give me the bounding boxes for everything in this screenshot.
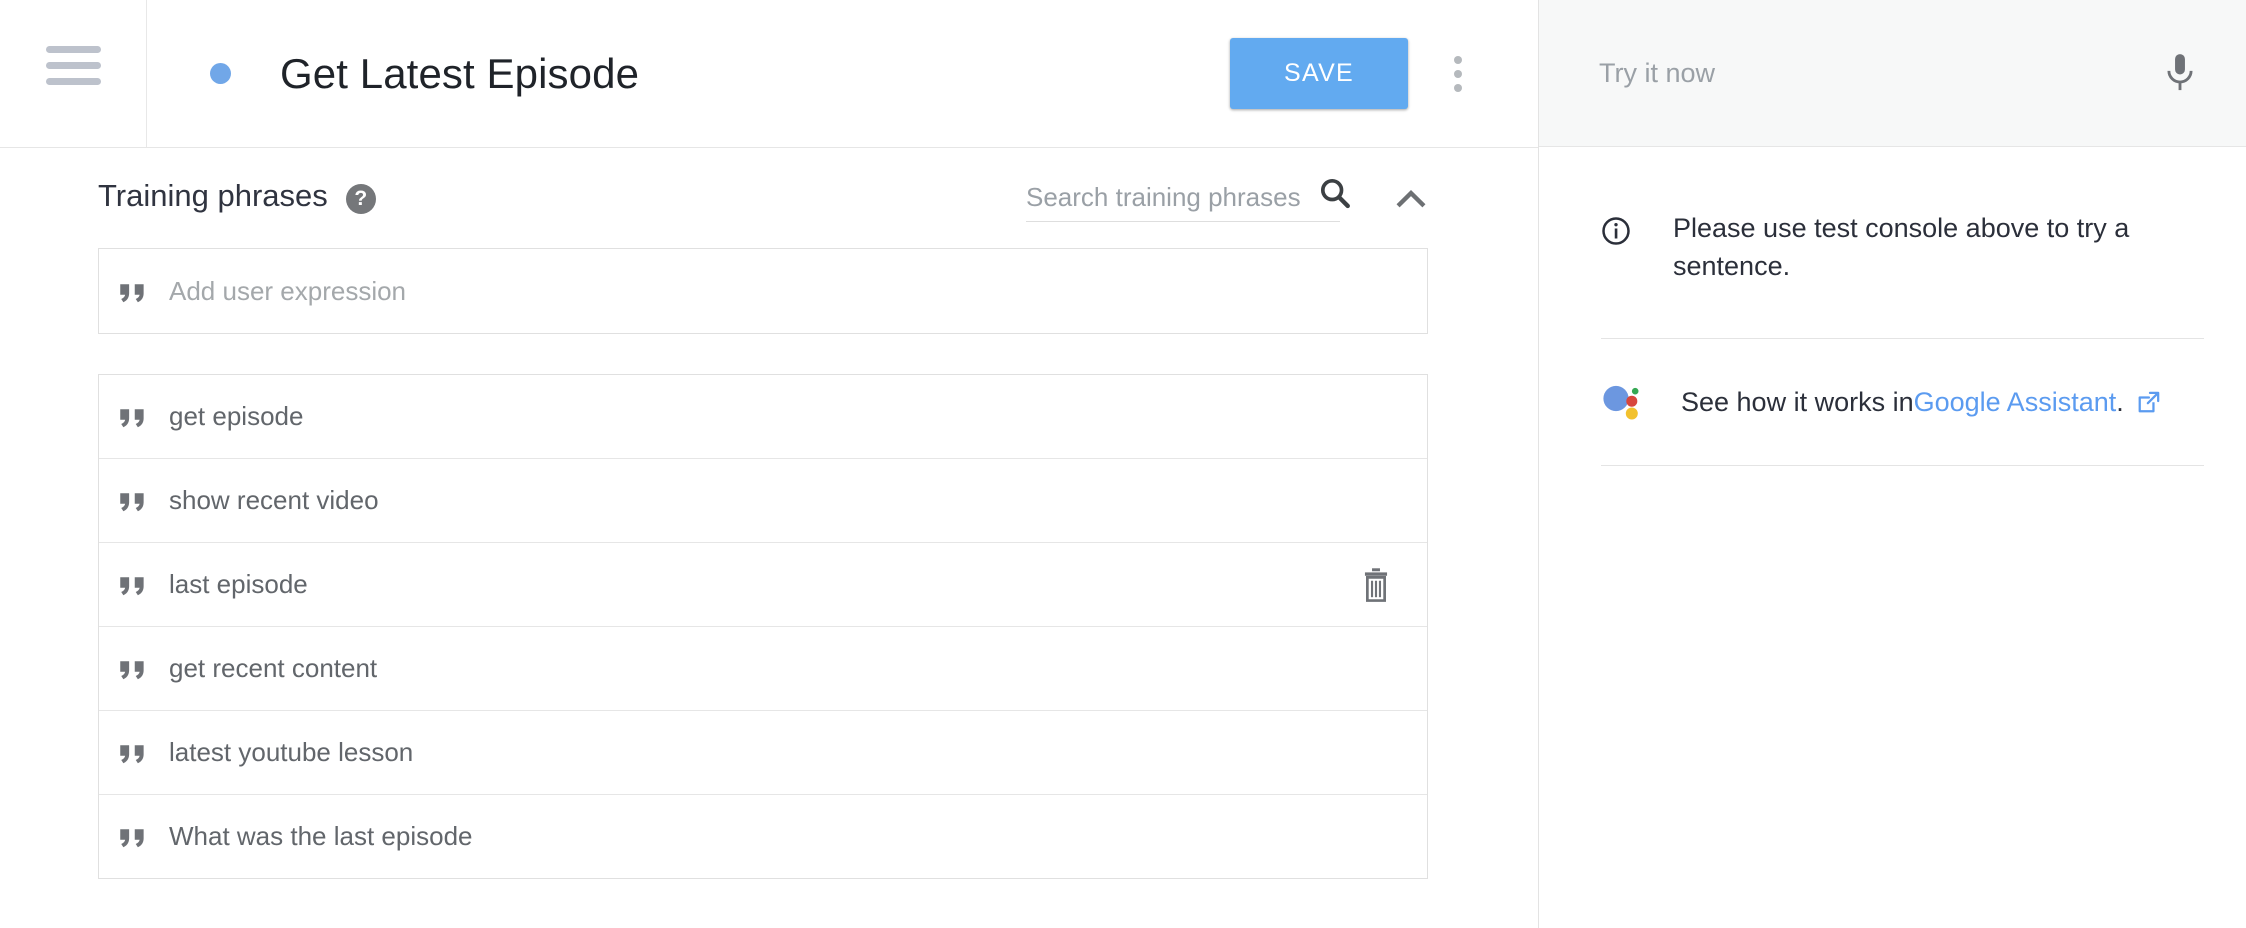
hamburger-bar: [45, 46, 101, 53]
phrase-text: last episode: [169, 569, 308, 599]
kebab-dot: [1454, 55, 1462, 64]
phrase-text: show recent video: [169, 485, 379, 515]
info-circle-icon: [1602, 217, 1630, 245]
assistant-text: See how it works in Google Assistant.: [1681, 387, 2162, 418]
try-it-now-input[interactable]: [1599, 57, 2162, 89]
google-assistant-link[interactable]: Google Assistant: [1914, 387, 2117, 418]
title-zone: Get Latest Episode: [147, 0, 1230, 147]
hamburger-bar: [45, 62, 101, 69]
microphone-icon[interactable]: [2162, 51, 2198, 95]
quote-icon: [120, 829, 144, 848]
kebab-menu-icon[interactable]: [1426, 39, 1490, 109]
phrase-text: get recent content: [169, 653, 378, 683]
external-link-icon[interactable]: [2135, 389, 2162, 416]
assistant-prefix: See how it works in: [1681, 387, 1914, 418]
help-circle-icon[interactable]: ?: [345, 184, 376, 214]
kebab-dot: [1454, 83, 1462, 92]
kebab-dot: [1454, 69, 1462, 78]
page-title: Get Latest Episode: [280, 49, 640, 97]
list-item[interactable]: get recent content: [99, 627, 1427, 711]
list-item[interactable]: last episode: [99, 543, 1427, 627]
assistant-link-row: See how it works in Google Assistant.: [1601, 339, 2204, 423]
phrase-text: What was the last episode: [169, 821, 473, 851]
panel-divider: [1601, 464, 2204, 466]
chevron-up-icon[interactable]: [1390, 178, 1432, 220]
list-item[interactable]: latest youtube lesson: [99, 711, 1427, 795]
quote-icon: [120, 283, 144, 302]
trash-icon[interactable]: [1359, 566, 1393, 604]
training-phrase-list: get episode show recent video last episo…: [98, 374, 1428, 879]
phrase-text: get episode: [169, 401, 304, 431]
top-app-bar: Get Latest Episode SAVE: [0, 0, 1538, 148]
add-user-expression-row[interactable]: Add user expression: [98, 248, 1428, 334]
dialogflow-intent-page: Get Latest Episode SAVE Training phrases…: [0, 0, 2246, 928]
section-header: Training phrases ?: [0, 148, 1538, 248]
list-item[interactable]: What was the last episode: [99, 795, 1427, 879]
test-panel-body: Please use test console above to try a s…: [1539, 147, 2246, 466]
add-expression-placeholder: Add user expression: [169, 275, 407, 306]
hamburger-bar: [45, 78, 101, 85]
nav-rail: [0, 0, 147, 147]
phrase-area: Add user expression get episode show rec: [0, 248, 1538, 879]
search-icon[interactable]: [1318, 176, 1352, 210]
training-phrases-section: Training phrases ? Search training phras…: [0, 148, 1538, 879]
assistant-suffix: .: [2116, 387, 2124, 418]
hamburger-menu-icon[interactable]: [45, 46, 101, 85]
info-message: Please use test console above to try a s…: [1601, 147, 2204, 286]
list-item[interactable]: get episode: [99, 375, 1427, 459]
main-region: Get Latest Episode SAVE Training phrases…: [0, 0, 1538, 928]
topbar-actions: SAVE: [1230, 0, 1538, 147]
quote-icon: [120, 745, 144, 764]
section-title: Training phrases: [98, 178, 328, 213]
info-message-text: Please use test console above to try a s…: [1673, 213, 2130, 282]
list-item[interactable]: show recent video: [99, 459, 1427, 543]
quote-icon: [120, 577, 144, 596]
phrase-text: latest youtube lesson: [169, 737, 414, 767]
quote-icon: [120, 409, 144, 428]
search-input[interactable]: [1026, 176, 1340, 218]
quote-icon: [120, 493, 144, 512]
google-assistant-icon: [1603, 385, 1639, 420]
search-area: [1026, 176, 1432, 222]
search-field: [1026, 176, 1350, 222]
save-button[interactable]: SAVE: [1230, 38, 1408, 109]
intent-status-dot: [210, 63, 231, 84]
quote-icon: [120, 661, 144, 680]
try-it-now-header: [1539, 0, 2246, 147]
test-console-panel: Please use test console above to try a s…: [1538, 0, 2246, 928]
